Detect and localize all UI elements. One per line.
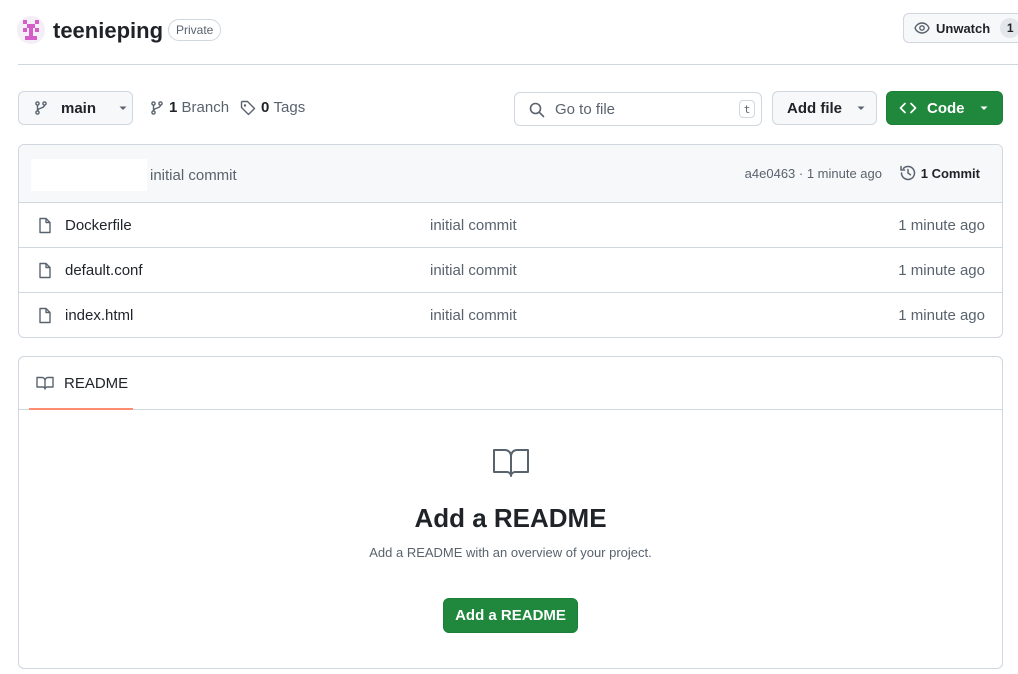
git-branch-icon [151, 100, 163, 115]
readme-panel: README Add a README Add a README with an… [18, 356, 1003, 669]
caret-down-icon [980, 106, 987, 110]
history-icon [900, 165, 915, 181]
branch-name: main [61, 99, 97, 117]
readme-empty-title: Add a README [414, 503, 607, 533]
commit-author[interactable] [31, 159, 147, 191]
branch-label: Branch [181, 99, 230, 116]
unwatch-button[interactable]: Unwatch 1 [903, 13, 1018, 43]
file-name[interactable]: default.conf [65, 262, 143, 279]
eye-icon [914, 22, 930, 34]
latest-commit-meta[interactable]: a4e0463 · 1 minute ago [745, 166, 882, 181]
book-icon [36, 376, 54, 390]
unwatch-label: Unwatch [936, 20, 991, 36]
readme-tab-label: README [64, 375, 129, 392]
add-readme-button[interactable]: Add a README [443, 598, 578, 633]
code-label: Code [927, 99, 965, 117]
file-row[interactable]: default.conf initial commit 1 minute ago [19, 248, 1002, 293]
file-commit-message[interactable]: initial commit [430, 307, 517, 324]
latest-commit-message[interactable]: initial commit [150, 167, 237, 184]
tab-readme[interactable]: README [29, 357, 133, 410]
visibility-badge: Private [168, 19, 222, 41]
caret-down-icon [857, 106, 865, 110]
file-name[interactable]: index.html [65, 307, 133, 324]
tag-icon [240, 100, 256, 115]
go-to-file-input[interactable]: Go to file t [514, 92, 762, 126]
file-commit-age: 1 minute ago [898, 307, 985, 324]
book-icon [493, 449, 529, 477]
tag-label: Tags [273, 99, 306, 116]
readme-tab-bar: README [19, 357, 1002, 410]
repo-name[interactable]: teenieping [53, 17, 163, 45]
search-icon [529, 102, 545, 118]
add-file-label: Add file [787, 99, 842, 117]
branches-link[interactable]: 1 Branch [149, 99, 229, 116]
file-row[interactable]: Dockerfile initial commit 1 minute ago [19, 203, 1002, 248]
tags-link[interactable]: 0 Tags [240, 99, 305, 116]
search-shortcut-key: t [739, 100, 755, 118]
tag-count: 0 [261, 99, 270, 116]
branch-select-button[interactable]: main [18, 91, 133, 125]
code-icon [899, 102, 917, 114]
branch-count: 1 [169, 99, 178, 116]
file-commit-age: 1 minute ago [898, 217, 985, 234]
add-file-button[interactable]: Add file [772, 91, 877, 125]
file-commit-age: 1 minute ago [898, 262, 985, 279]
git-branch-icon [35, 101, 47, 115]
commit-history-link[interactable]: 1 Commit [899, 164, 980, 182]
watch-count: 1 [1000, 18, 1018, 38]
file-name[interactable]: Dockerfile [65, 217, 132, 234]
file-row[interactable]: index.html initial commit 1 minute ago [19, 293, 1002, 337]
file-icon [39, 217, 51, 234]
identicon-icon [17, 16, 45, 44]
commit-count-label: 1 Commit [920, 165, 980, 181]
owner-avatar[interactable] [17, 16, 45, 44]
file-icon [39, 307, 51, 324]
search-placeholder: Go to file [555, 101, 616, 118]
file-commit-message[interactable]: initial commit [430, 262, 517, 279]
file-commit-message[interactable]: initial commit [430, 217, 517, 234]
latest-commit-bar: initial commit a4e0463 · 1 minute ago 1 … [19, 145, 1002, 203]
header-divider [18, 64, 1018, 65]
caret-down-icon [119, 106, 127, 110]
code-button[interactable]: Code [886, 91, 1003, 125]
readme-empty-subtitle: Add a README with an overview of your pr… [369, 545, 652, 560]
file-icon [39, 262, 51, 279]
file-table: initial commit a4e0463 · 1 minute ago 1 … [18, 144, 1003, 338]
